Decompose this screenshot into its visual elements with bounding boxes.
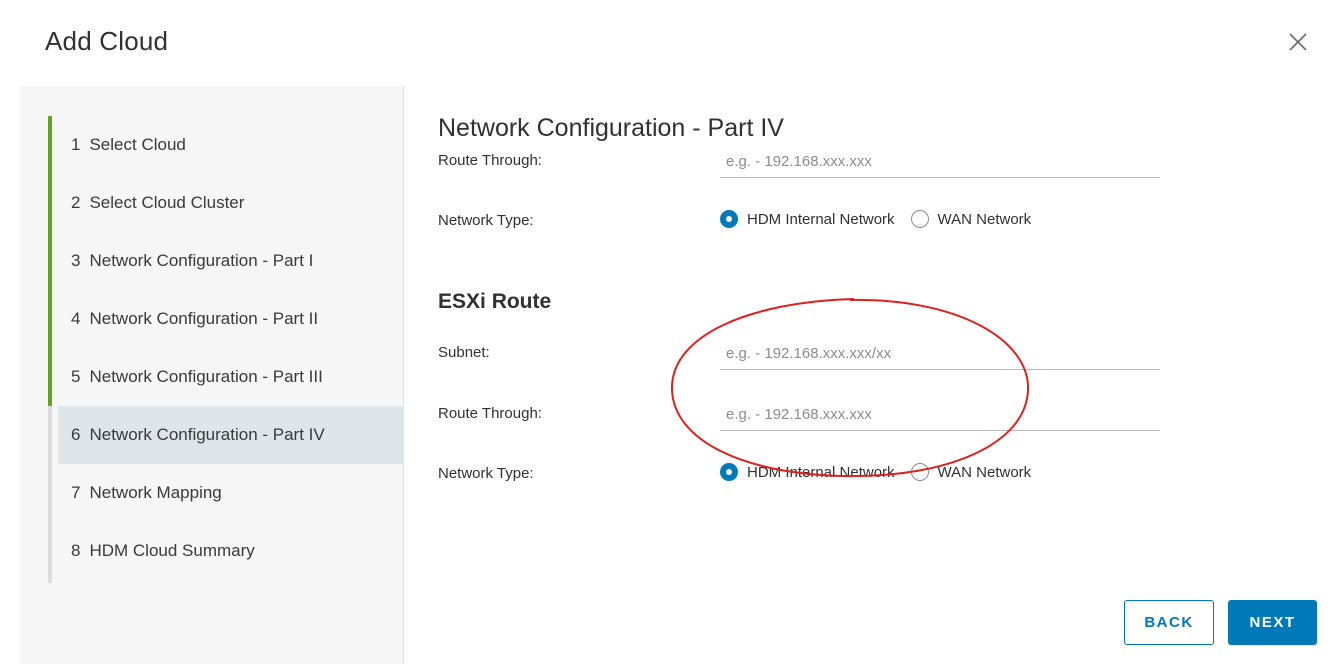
back-button[interactable]: BACK xyxy=(1124,600,1214,645)
step-label: Network Configuration - Part I xyxy=(89,251,314,270)
step-number: 5 xyxy=(71,367,81,386)
step-list: 1 Select Cloud 2 Select Cloud Cluster 3 Net… xyxy=(48,116,404,580)
radio-hdm-internal-network[interactable]: HDM Internal Network xyxy=(720,210,895,228)
radio-wan-network[interactable]: WAN Network xyxy=(910,210,1032,228)
esxi-network-type-label: Network Type: xyxy=(438,465,534,482)
radio-checked-icon xyxy=(720,210,738,228)
step-number: 1 xyxy=(71,135,81,154)
step-number: 2 xyxy=(71,193,81,212)
step-number: 7 xyxy=(71,483,81,502)
step-label: Select Cloud xyxy=(89,135,186,154)
step-network-config-3[interactable]: 5 Network Configuration - Part III xyxy=(48,348,404,406)
radio-esxi-wan-network[interactable]: WAN Network xyxy=(910,463,1032,481)
network-type-row: Network Type: HDM Internal Network WAN N… xyxy=(438,206,1178,236)
route-through-row: Route Through: xyxy=(438,146,1178,178)
radio-esxi-hdm-internal-network[interactable]: HDM Internal Network xyxy=(720,463,895,481)
step-label: Network Configuration - Part II xyxy=(89,309,319,328)
step-label: Network Configuration - Part IV xyxy=(89,425,325,444)
step-network-config-4[interactable]: 6 Network Configuration - Part IV xyxy=(58,406,404,464)
esxi-route-through-label: Route Through: xyxy=(438,405,542,422)
dialog-title: Add Cloud xyxy=(45,26,169,56)
step-select-cloud-cluster[interactable]: 2 Select Cloud Cluster xyxy=(48,174,404,232)
esxi-network-type-radio-group: HDM Internal Network WAN Network xyxy=(720,463,1047,481)
radio-unchecked-icon xyxy=(910,210,929,228)
esxi-route-title: ESXi Route xyxy=(438,290,552,313)
step-number: 6 xyxy=(71,425,81,444)
esxi-route-through-row: Route Through: xyxy=(438,399,1178,431)
step-number: 3 xyxy=(71,251,81,270)
step-label: Select Cloud Cluster xyxy=(89,193,245,212)
radio-checked-icon xyxy=(720,463,738,481)
network-type-radio-group: HDM Internal Network WAN Network xyxy=(720,210,1047,228)
route-through-input[interactable] xyxy=(720,146,1160,178)
esxi-subnet-row: Subnet: xyxy=(438,338,1178,370)
radio-label: WAN Network xyxy=(937,210,1032,228)
step-number: 8 xyxy=(71,541,81,560)
network-type-label: Network Type: xyxy=(438,212,534,229)
step-content: Network Configuration - Part IV Route Th… xyxy=(404,86,1344,664)
step-label: Network Configuration - Part III xyxy=(89,367,323,386)
step-network-config-1[interactable]: 3 Network Configuration - Part I xyxy=(48,232,404,290)
close-button[interactable] xyxy=(1286,30,1310,54)
step-number: 4 xyxy=(71,309,81,328)
step-hdm-cloud-summary[interactable]: 8 HDM Cloud Summary xyxy=(48,522,404,580)
wizard-stepnav: 1 Select Cloud 2 Select Cloud Cluster 3 Net… xyxy=(20,86,404,664)
radio-label: HDM Internal Network xyxy=(747,210,895,228)
step-network-mapping[interactable]: 7 Network Mapping xyxy=(48,464,404,522)
step-select-cloud[interactable]: 1 Select Cloud xyxy=(48,116,404,174)
esxi-subnet-input[interactable] xyxy=(720,338,1160,370)
esxi-route-through-input[interactable] xyxy=(720,399,1160,431)
next-button[interactable]: NEXT xyxy=(1228,600,1317,645)
route-through-label: Route Through: xyxy=(438,152,542,169)
radio-label: HDM Internal Network xyxy=(747,463,895,481)
radio-unchecked-icon xyxy=(910,463,929,481)
step-label: HDM Cloud Summary xyxy=(89,541,255,560)
section-title: Network Configuration - Part IV xyxy=(438,114,784,142)
esxi-subnet-label: Subnet: xyxy=(438,344,490,361)
esxi-network-type-row: Network Type: HDM Internal Network WAN N… xyxy=(438,459,1178,489)
step-label: Network Mapping xyxy=(89,483,222,502)
step-network-config-2[interactable]: 4 Network Configuration - Part II xyxy=(48,290,404,348)
close-icon xyxy=(1289,33,1307,51)
radio-label: WAN Network xyxy=(937,463,1032,481)
